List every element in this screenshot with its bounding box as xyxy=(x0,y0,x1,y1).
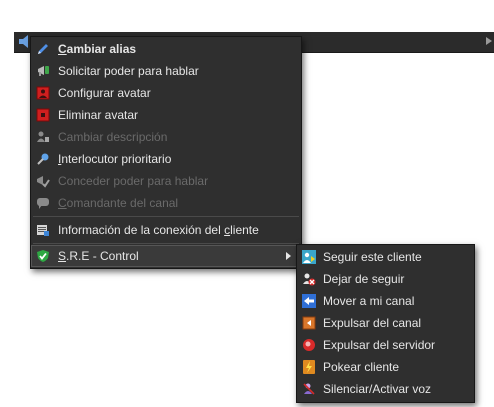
mute-icon xyxy=(303,383,315,395)
menu-item-label: Interlocutor prioritario xyxy=(58,152,172,166)
kick-server-icon xyxy=(303,339,315,351)
follow-icon xyxy=(302,250,316,264)
user-description-icon xyxy=(37,131,49,142)
submenu-item-label: Expulsar del servidor xyxy=(323,338,436,352)
submenu-item-move-to-my-channel[interactable]: Mover a mi canal xyxy=(297,290,474,312)
submenu-item-label: Silenciar/Activar voz xyxy=(323,382,432,396)
menu-item-label: Información de la conexión del cliente xyxy=(58,223,259,237)
poke-icon xyxy=(303,360,315,374)
avatar-icon xyxy=(36,86,50,100)
submenu-item-unfollow[interactable]: Dejar de seguir xyxy=(297,268,474,290)
menu-item-label: Configurar avatar xyxy=(58,86,151,100)
client-context-menu: Cambiar alias Solicitar poder para habla… xyxy=(30,36,302,269)
menu-item-channel-commander[interactable]: Comandante del canal xyxy=(31,192,301,214)
submenu-item-follow-client[interactable]: Seguir este cliente xyxy=(297,246,474,268)
chevron-icon xyxy=(486,37,492,45)
menu-item-change-alias[interactable]: Cambiar alias xyxy=(31,38,301,60)
avatar-remove-icon xyxy=(36,108,50,122)
menu-item-label: Solicitar poder para hablar xyxy=(58,64,199,78)
menu-separator xyxy=(33,216,299,217)
megaphone-icon xyxy=(38,66,49,76)
menu-item-priority-speaker[interactable]: Interlocutor prioritario xyxy=(31,148,301,170)
submenu-item-kick-from-server[interactable]: Expulsar del servidor xyxy=(297,334,474,356)
menu-item-label: Conceder poder para hablar xyxy=(58,174,209,188)
menu-item-remove-avatar[interactable]: Eliminar avatar xyxy=(31,104,301,126)
menu-separator xyxy=(33,243,299,244)
chat-bubble-icon xyxy=(37,198,49,209)
menu-item-set-avatar[interactable]: Configurar avatar xyxy=(31,82,301,104)
talk-power-icon xyxy=(37,176,50,188)
move-arrow-icon xyxy=(302,294,316,308)
submenu-item-label: Pokear cliente xyxy=(323,360,400,374)
sre-control-submenu: Seguir este cliente Dejar de seguir Move… xyxy=(296,244,475,403)
menu-item-change-description[interactable]: Cambiar descripción xyxy=(31,126,301,148)
menu-item-request-talk-power[interactable]: Solicitar poder para hablar xyxy=(31,60,301,82)
menu-item-label: Comandante del canal xyxy=(58,196,179,210)
menu-item-label: Cambiar descripción xyxy=(58,130,168,144)
submenu-item-mute-toggle[interactable]: Silenciar/Activar voz xyxy=(297,378,474,400)
kick-channel-icon xyxy=(302,316,316,330)
menu-item-label: Cambiar alias xyxy=(58,42,137,56)
menu-item-grant-talk-power[interactable]: Conceder poder para hablar xyxy=(31,170,301,192)
microphone-icon xyxy=(37,153,49,165)
submenu-item-label: Mover a mi canal xyxy=(323,294,415,308)
pencil-icon xyxy=(38,44,48,54)
green-shield-icon xyxy=(37,250,49,262)
submenu-item-kick-from-channel[interactable]: Expulsar del canal xyxy=(297,312,474,334)
unfollow-icon xyxy=(303,273,316,286)
menu-item-label: Eliminar avatar xyxy=(58,108,139,122)
connection-info-icon xyxy=(37,225,49,236)
menu-item-connection-info[interactable]: Información de la conexión del cliente xyxy=(31,219,301,241)
submenu-item-label: Expulsar del canal xyxy=(323,316,422,330)
submenu-arrow-icon xyxy=(286,252,291,260)
menu-item-label: S.R.E - Control xyxy=(58,249,139,263)
menu-item-sre-control[interactable]: S.R.E - Control xyxy=(31,245,301,267)
submenu-item-label: Dejar de seguir xyxy=(323,272,405,286)
submenu-item-poke-client[interactable]: Pokear cliente xyxy=(297,356,474,378)
submenu-item-label: Seguir este cliente xyxy=(323,250,422,264)
